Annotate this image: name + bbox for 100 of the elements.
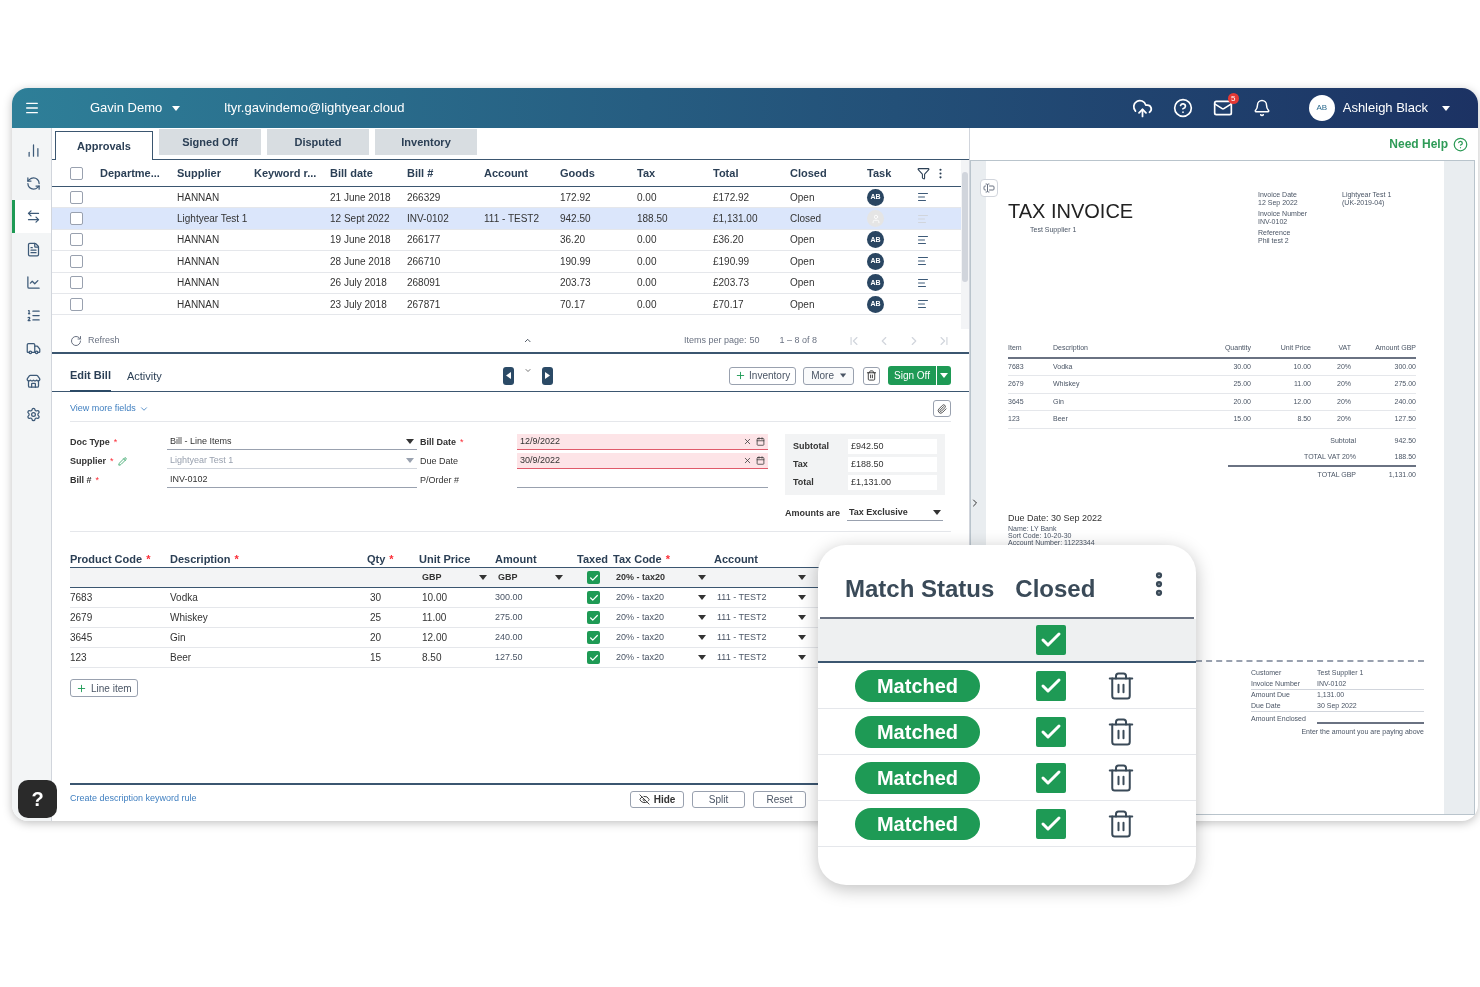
table-cell-text: 19 June 2018 [330, 233, 392, 248]
column-header: Match Status [845, 574, 995, 604]
table-cell-text: Gin [170, 631, 187, 646]
table-row[interactable]: Lightyear Test 1 12 Sept 2022 INV-0102 111 - TEST2 942.50 188.50 £1,131.00 Closed [52, 208, 961, 230]
table-cell-text: HANNAN [177, 190, 221, 205]
table-cell-text: 266329 [407, 190, 442, 205]
dropdown[interactable]: 111 - TEST2 [714, 611, 814, 625]
dropdown[interactable]: 20% - tax20 [613, 591, 714, 605]
dropdown[interactable]: 20% - tax20 [613, 631, 714, 645]
hide-button[interactable]: Hide [630, 790, 684, 808]
table-cell-text: Open [790, 254, 816, 269]
table-cell-text: 0.00 [637, 254, 658, 269]
due-date-text: Due Date: 30 Sep 2022 [1008, 511, 1104, 525]
reset-button[interactable]: Reset [753, 790, 806, 808]
table-cell-text: Whiskey [170, 611, 209, 626]
column-header: Closed [790, 165, 828, 181]
tab[interactable]: Disputed [267, 129, 369, 155]
tab[interactable]: Inventory [375, 129, 477, 155]
keyword-rule-link[interactable]: Create description keyword rule [70, 792, 197, 806]
table-cell-text: Open [790, 233, 816, 248]
date-field[interactable]: 30/9/2022 [517, 453, 768, 470]
table-cell-text: 21 June 2018 [330, 190, 392, 205]
table-cell-text: INV-0102 [407, 212, 450, 227]
tab[interactable]: Activity [126, 359, 162, 392]
table-cell-text: 300.00 [495, 591, 524, 605]
table-cell-text: 36.20 [560, 233, 587, 248]
add-line-item-button[interactable]: Line item [70, 679, 138, 698]
table-cell-text: 3645 [70, 631, 94, 646]
dropdown[interactable]: 20% - tax20 [613, 571, 714, 585]
help-button[interactable]: ? [18, 780, 57, 818]
table-cell-text: 0.00 [637, 297, 658, 312]
table-cell-text: 12.00 [421, 631, 449, 646]
need-help-link[interactable]: Need Help [1389, 135, 1448, 153]
dropdown[interactable]: 20% - tax20 [613, 651, 714, 665]
date-field[interactable]: 12/9/2022 [517, 434, 768, 451]
table-cell-text: Open [790, 297, 816, 312]
view-more-fields-link[interactable]: View more fields [70, 402, 149, 416]
table-cell-text: Open [790, 190, 816, 205]
table-cell-text: Open [790, 276, 816, 291]
column-header: Bill date [330, 165, 374, 181]
avatar: AB [1308, 95, 1335, 121]
dropdown[interactable]: 111 - TEST2 [714, 631, 814, 645]
user-menu[interactable]: AB Ashleigh Black [1308, 95, 1450, 121]
dropdown[interactable]: Tax Exclusive [847, 505, 943, 522]
organization-dropdown[interactable]: Gavin Demo [90, 98, 181, 118]
table-cell-text: £36.20 [713, 233, 745, 248]
refresh-button[interactable]: Refresh [70, 334, 120, 348]
table-cell-text: 20 [369, 631, 383, 646]
table-cell-text: 942.50 [560, 212, 592, 227]
dropdown[interactable]: 111 - TEST2 [714, 591, 814, 605]
table-cell-text: 23 July 2018 [330, 297, 388, 312]
required-mark: * [113, 435, 118, 449]
items-per-page-value: 50 [749, 334, 760, 348]
field-label: P/Order # [420, 473, 459, 487]
table-cell-text: £1,131.00 [713, 212, 759, 227]
table-cell-text: 70.17 [560, 297, 587, 312]
table-cell-text: 11.00 [421, 611, 448, 626]
dropdown[interactable]: 111 - TEST2 [714, 651, 814, 665]
user-email: ltyr.gavindemo@lightyear.cloud [224, 99, 405, 118]
table-cell-text: 111 - TEST2 [484, 212, 541, 227]
required-mark: * [146, 551, 151, 567]
table-cell-text: 275.00 [495, 611, 524, 625]
inventory-button[interactable]: Inventory [729, 366, 797, 385]
dropdown[interactable]: GBP [495, 571, 577, 585]
total-value: £1,131.00 [848, 475, 937, 491]
more-button[interactable]: More [803, 366, 855, 385]
column-header: Bill # [407, 165, 435, 181]
column-header: Departme... [100, 165, 161, 181]
dropdown[interactable]: Bill - Line Items [167, 434, 417, 451]
table-cell-text: 266177 [407, 233, 442, 248]
required-mark: * [234, 551, 239, 567]
required-mark: * [460, 435, 464, 449]
notification-badge: 5 [1227, 93, 1239, 104]
column-header: Account [484, 165, 529, 181]
tab[interactable]: Edit Bill [70, 359, 111, 392]
table-cell-text: £190.99 [713, 254, 751, 269]
tab[interactable]: Approvals [55, 131, 153, 160]
status-badge: Matched [855, 807, 980, 840]
dropdown[interactable]: GBP [419, 571, 495, 585]
column-header: Tax [637, 165, 657, 181]
input-field[interactable]: INV-0102 [167, 472, 417, 489]
table-cell-text: 0.00 [637, 190, 658, 205]
column-header: Goods [560, 165, 596, 181]
table-cell-text: Lightyear Test 1 [177, 212, 249, 227]
column-header: Total [713, 165, 740, 181]
total-label: Tax [793, 458, 809, 472]
dropdown[interactable]: 20% - tax20 [613, 611, 714, 625]
sign-off-button[interactable]: Sign Off [888, 366, 951, 386]
table-cell-text: 0.00 [637, 233, 658, 248]
status-badge: Matched [855, 715, 980, 748]
table-cell-text: £70.17 [713, 297, 745, 312]
required-mark: * [389, 551, 394, 567]
tab[interactable]: Signed Off [159, 129, 261, 155]
table-cell-text: 203.73 [560, 276, 592, 291]
table-cell-text: Closed [790, 212, 823, 227]
table-cell-text: £172.92 [713, 190, 751, 205]
table-cell-text: HANNAN [177, 276, 221, 291]
split-button[interactable]: Split [692, 790, 745, 808]
field-label: Supplier [70, 454, 106, 468]
user-name: Ashleigh Black [1342, 99, 1428, 118]
